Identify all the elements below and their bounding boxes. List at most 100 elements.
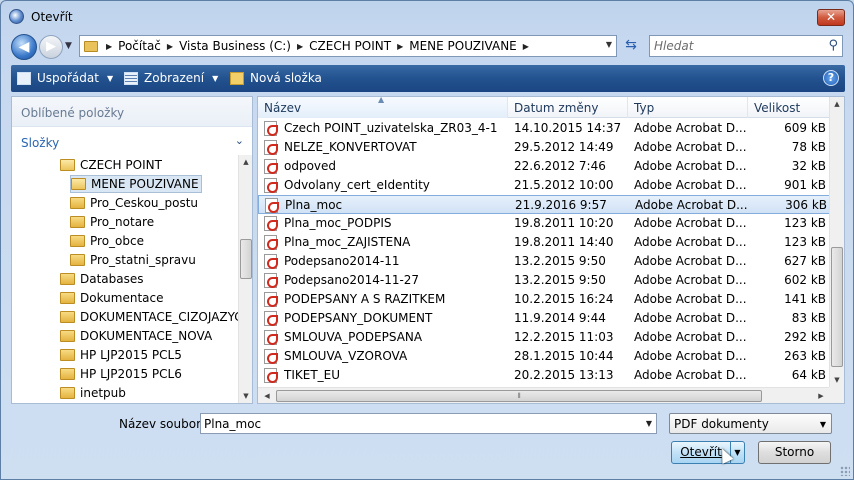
file-type-cell: Adobe Acrobat D... [634, 235, 747, 249]
column-header-date[interactable]: Datum změny [508, 97, 628, 118]
scroll-right-icon[interactable]: ▶ [814, 389, 828, 403]
file-row[interactable]: Podepsano2014-11-27 13.2.2015 9:50 Adobe A… [258, 271, 830, 290]
breadcrumb-computer[interactable]: Počítač [118, 39, 161, 53]
chevron-right-icon[interactable]: ▶ [167, 42, 173, 51]
folder-icon [60, 349, 75, 361]
scroll-thumb[interactable] [831, 247, 843, 367]
file-row[interactable]: PODEPSANY A S RAZITKEM 10.2.2015 16:24 Ado… [258, 290, 830, 309]
scroll-corner [829, 387, 844, 403]
tree-folder-label: HP LJP2015 PCL6 [80, 367, 182, 381]
file-size-cell: 32 kB [791, 159, 826, 173]
title-bar[interactable]: Otevřít ✕ [1, 1, 853, 31]
scroll-thumb[interactable]: ⦀ [276, 390, 762, 402]
address-dropdown-icon[interactable]: ▼ [606, 40, 612, 49]
scroll-down-icon[interactable]: ▼ [239, 389, 253, 403]
folders-section-header[interactable]: Složky ⌄ [12, 131, 252, 155]
back-button[interactable]: ◀ [11, 34, 37, 60]
file-type-select[interactable]: PDF dokumenty ▼ [669, 413, 832, 434]
arrow-left-icon: ◀ [18, 39, 30, 55]
refresh-button[interactable]: ⇆ [621, 37, 641, 55]
filename-input[interactable] [204, 416, 624, 432]
chevron-down-icon[interactable]: ⌄ [235, 134, 244, 147]
file-type-cell: Adobe Acrobat D... [634, 178, 747, 192]
tree-folder-item[interactable]: HP LJP2015 PCL6 [60, 365, 182, 383]
breadcrumb-mene-pouzivane[interactable]: MENE POUZIVANE [409, 39, 517, 53]
tree-folder-label: DOKUMENTACE_NOVA [80, 329, 213, 343]
chevron-right-icon[interactable]: ▶ [106, 42, 112, 51]
resize-grip[interactable] [840, 466, 850, 476]
tree-folder-item[interactable]: DOKUMENTACE_CIZOJAZYCI [60, 308, 238, 326]
file-row[interactable]: Plna_moc_ZAJISTENA 19.8.2011 14:40 Adobe A… [258, 233, 830, 252]
scroll-up-icon[interactable]: ▲ [830, 97, 844, 111]
tree-folder-item[interactable]: Dokumentace [60, 289, 163, 307]
forward-button[interactable]: ▶ [39, 35, 63, 59]
chevron-right-icon[interactable]: ▶ [297, 42, 303, 51]
file-date-cell: 29.5.2012 14:49 [514, 140, 614, 154]
tree-folder-item[interactable]: inetpub [60, 384, 126, 402]
tree-folder-label: CZECH POINT [80, 158, 162, 172]
file-row[interactable]: SMLOUVA_VZOROVA 28.1.2015 10:44 Adobe Acro… [258, 347, 830, 366]
file-row[interactable]: SMLOUVA_PODEPSANA 12.2.2015 11:03 Adobe Ac… [258, 328, 830, 347]
file-row[interactable]: Plna_moc 21.9.2016 9:57 Adobe Acrobat D...… [258, 195, 830, 214]
column-header-size[interactable]: Velikost [748, 97, 830, 118]
address-bar[interactable]: ▶ Počítač ▶ Vista Business (C:) ▶ CZECH … [79, 35, 617, 57]
chevron-right-icon[interactable]: ▶ [523, 42, 529, 51]
cancel-button[interactable]: Storno [758, 441, 831, 464]
file-row[interactable]: Podepsano2014-11 13.2.2015 9:50 Adobe Acro… [258, 252, 830, 271]
file-list-vertical-scrollbar[interactable]: ▲ ▼ [829, 97, 844, 387]
file-row[interactable]: TIKET_EU 20.2.2015 13:13 Adobe Acrobat D..… [258, 366, 830, 385]
app-icon [9, 9, 24, 24]
file-row[interactable]: Plna_moc_PODPIS 19.8.2011 10:20 Adobe Acro… [258, 214, 830, 233]
file-date-cell: 12.2.2015 11:03 [514, 330, 614, 344]
scroll-left-icon[interactable]: ◀ [260, 389, 274, 403]
search-box[interactable]: ⚲ [649, 35, 843, 57]
new-folder-button[interactable]: Nová složka [230, 71, 322, 85]
sort-ascending-icon: ▲ [378, 95, 385, 104]
file-row[interactable]: odpoved 22.6.2012 7:46 Adobe Acrobat D... 3… [258, 157, 830, 176]
file-name-cell: Podepsano2014-11-27 [284, 273, 420, 287]
organize-button[interactable]: Uspořádat ▼ [17, 71, 113, 85]
scroll-thumb[interactable] [240, 239, 252, 279]
tree-folder-item[interactable]: Pro_obce [70, 232, 144, 250]
tree-folder-item[interactable]: MENE POUZIVANE [70, 175, 202, 193]
recent-locations-dropdown[interactable]: ▼ [65, 41, 72, 51]
column-header-type[interactable]: Typ [628, 97, 748, 118]
chevron-down-icon[interactable]: ▼ [646, 419, 652, 428]
close-button[interactable]: ✕ [817, 9, 845, 26]
views-button[interactable]: Zobrazení ▼ [124, 71, 218, 85]
file-row[interactable]: PODEPSANY_DOKUMENT 11.9.2014 9:44 Adobe Ac… [258, 309, 830, 328]
file-row[interactable]: Czech POINT_uzivatelska_ZR03_4-1 14.10.20… [258, 119, 830, 138]
filename-combobox[interactable]: ▼ [200, 413, 657, 434]
tree-folder-item[interactable]: CZECH POINT [60, 156, 162, 174]
file-row[interactable]: Odvolany_cert_eIdentity 21.5.2012 10:00 Ad… [258, 176, 830, 195]
favorites-section[interactable]: Oblíbené položky [12, 97, 252, 127]
chevron-right-icon[interactable]: ▶ [397, 42, 403, 51]
tree-folder-item[interactable]: Pro_statni_spravu [70, 251, 196, 269]
open-button[interactable]: Otevřít ▼ [671, 441, 745, 464]
file-size-cell: 78 kB [791, 140, 826, 154]
file-row[interactable]: NELZE_KONVERTOVAT 29.5.2012 14:49 Adobe Ac… [258, 138, 830, 157]
arrow-right-icon: ▶ [46, 39, 56, 54]
pdf-file-icon [264, 235, 278, 250]
open-options-dropdown[interactable]: ▼ [730, 442, 744, 463]
scroll-up-icon[interactable]: ▲ [239, 155, 253, 169]
pdf-file-icon [264, 368, 278, 383]
tree-scrollbar[interactable]: ▲ ▼ [238, 155, 252, 403]
tree-folder-item[interactable]: Pro_Ceskou_postu [70, 194, 198, 212]
breadcrumb-drive[interactable]: Vista Business (C:) [179, 39, 291, 53]
column-header-name[interactable]: ▲ Název [258, 95, 508, 118]
file-list-horizontal-scrollbar[interactable]: ◀ ⦀ ▶ [258, 387, 844, 403]
search-input[interactable] [654, 38, 814, 54]
scroll-down-icon[interactable]: ▼ [830, 373, 844, 387]
tree-folder-item[interactable]: Databases [60, 270, 144, 288]
breadcrumb-czech-point[interactable]: CZECH POINT [309, 39, 391, 53]
search-icon[interactable]: ⚲ [828, 38, 838, 53]
tree-folder-item[interactable]: Pro_notare [70, 213, 154, 231]
file-size-cell: 901 kB [784, 178, 826, 192]
pdf-file-icon [264, 178, 278, 193]
tree-folder-item[interactable]: DOKUMENTACE_NOVA [60, 327, 212, 345]
help-icon[interactable]: ? [823, 70, 839, 86]
tree-folder-item[interactable]: HP LJP2015 PCL5 [60, 346, 182, 364]
pdf-file-icon [264, 330, 278, 345]
file-size-cell: 123 kB [784, 235, 826, 249]
